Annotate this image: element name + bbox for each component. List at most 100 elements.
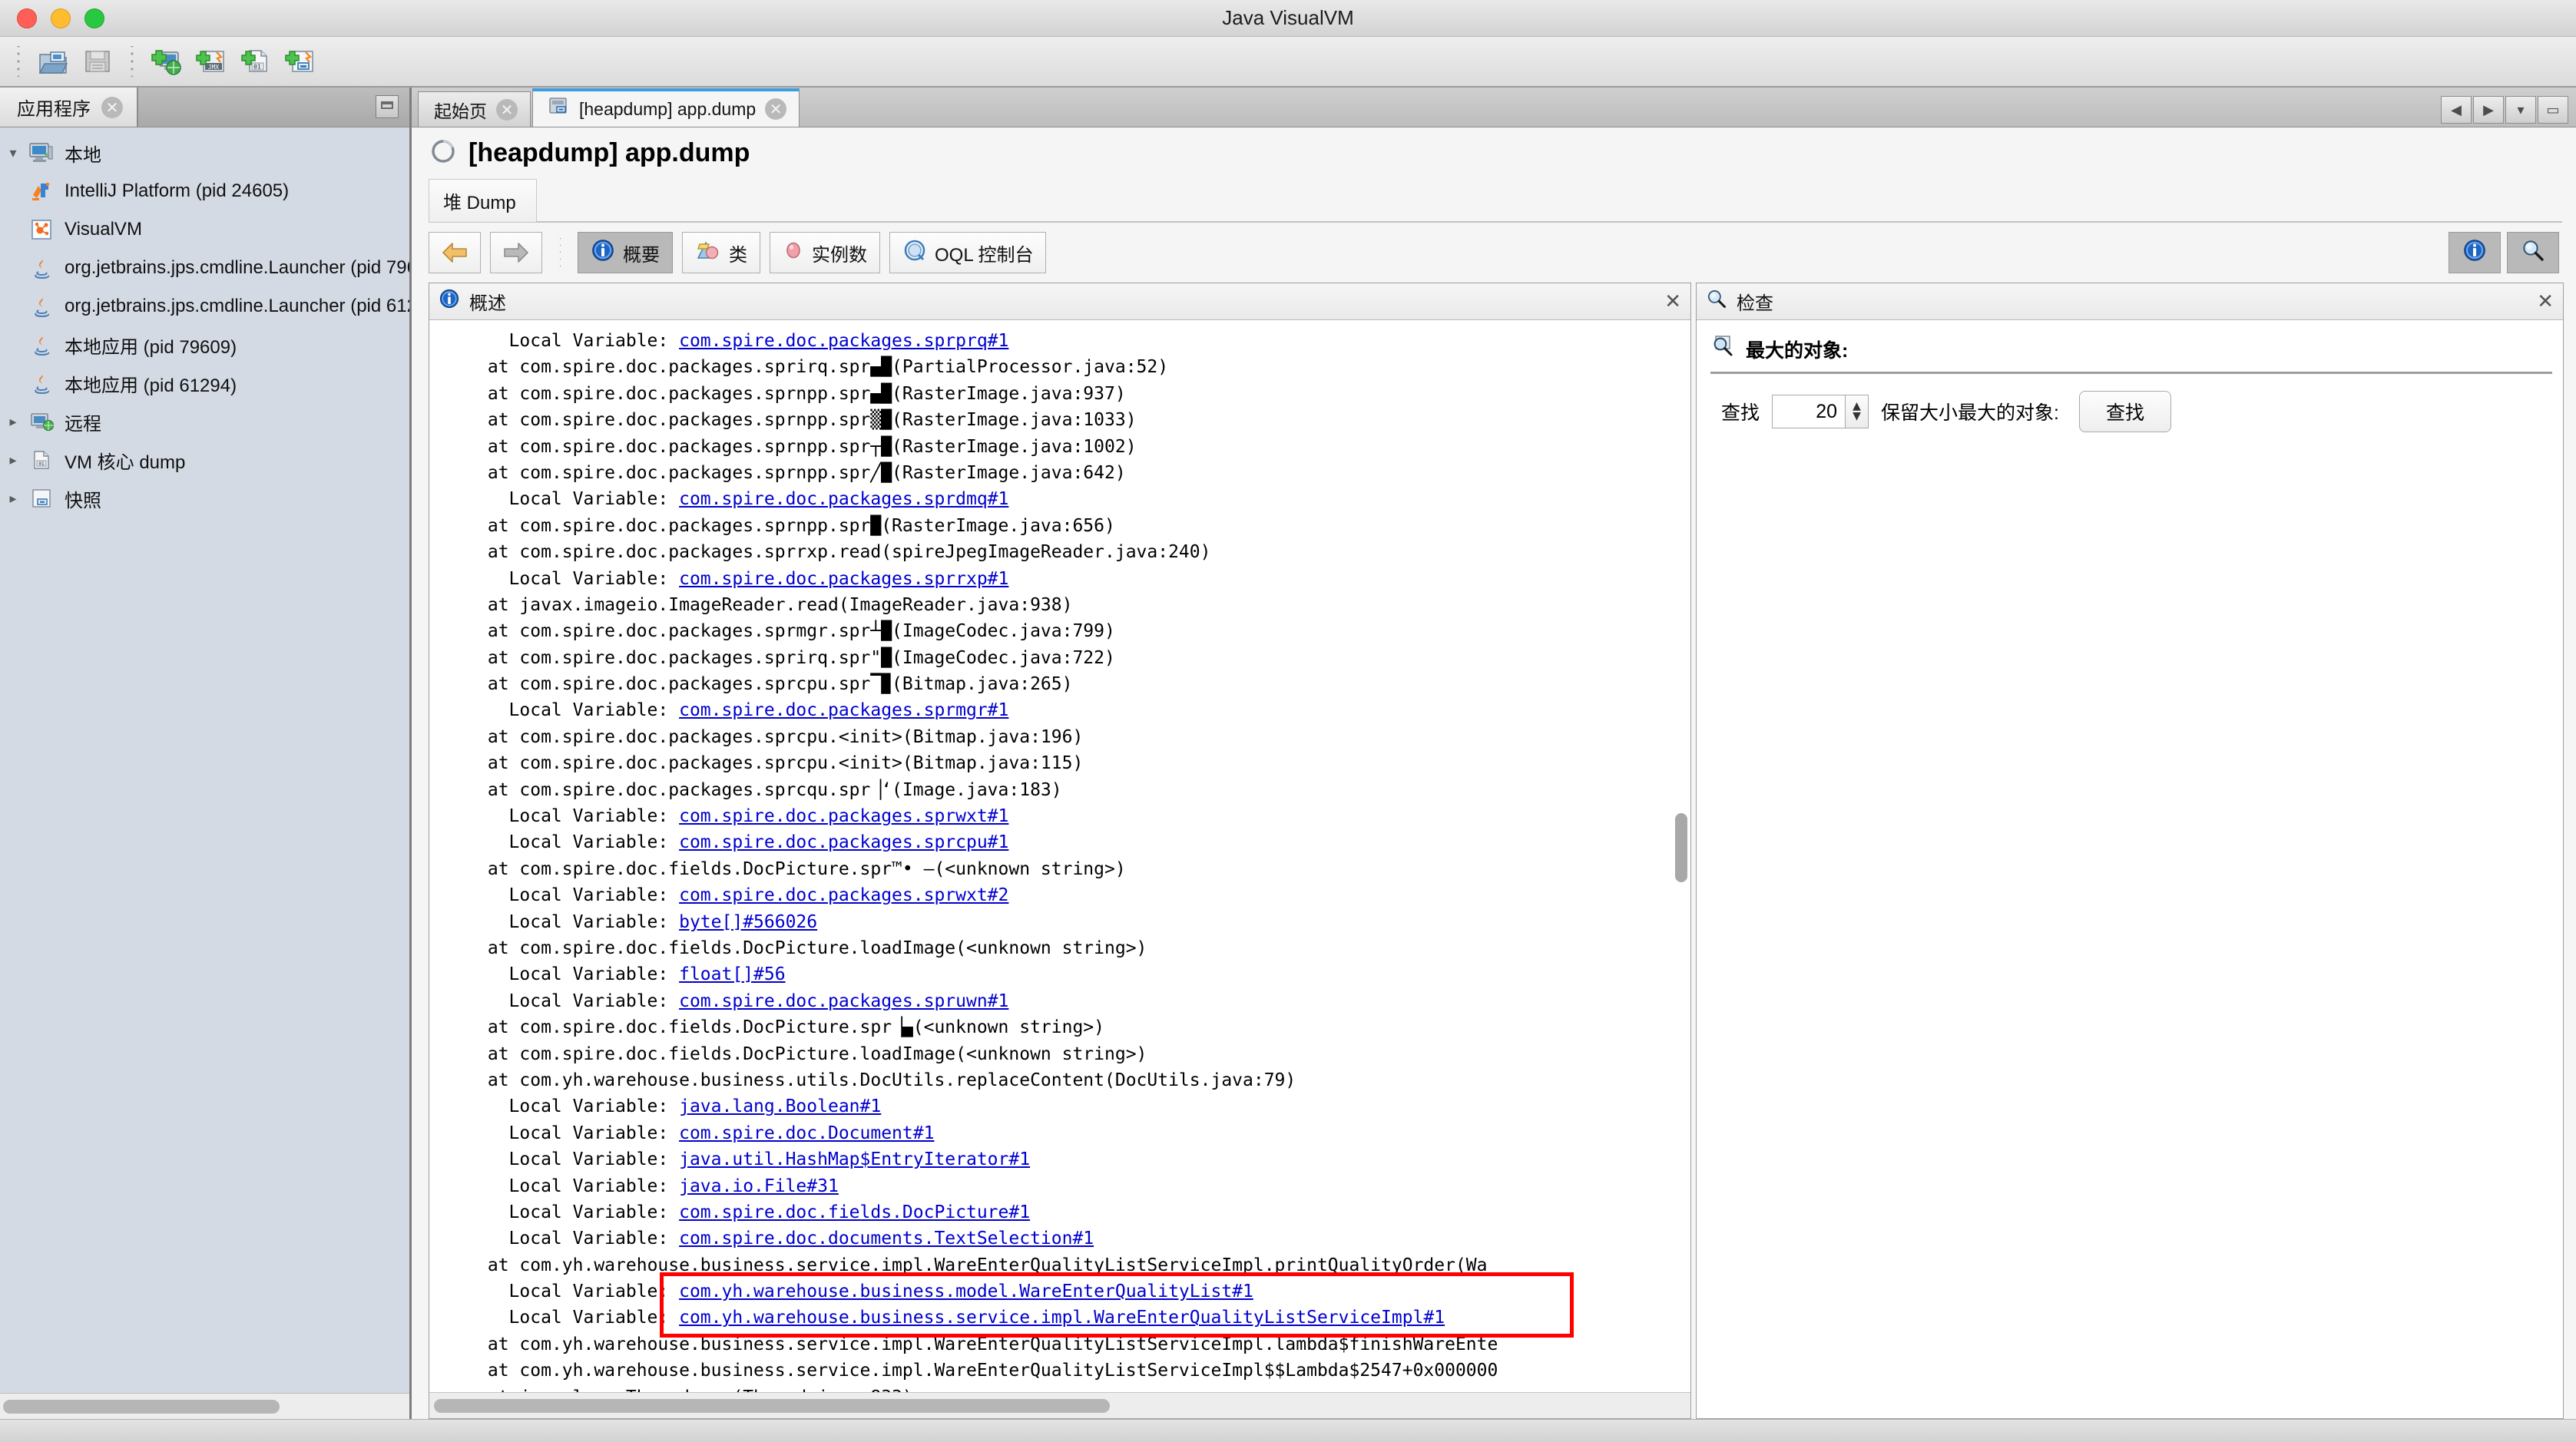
overview-pane-header: 概述 ✕ [429, 283, 1690, 320]
sidebar-item-local[interactable]: ▾ 本地 [0, 134, 409, 172]
tab-applications[interactable]: 应用程序 ✕ [0, 88, 138, 127]
tab-start-page[interactable]: 起始页 ✕ [418, 91, 531, 127]
sidebar-item-local-app-79609[interactable]: 本地应用 (pid 79609) [0, 326, 409, 364]
applications-tree[interactable]: ▾ 本地 IntelliJ Platform (pid 24605) Visua… [0, 127, 409, 1393]
stack-trace-line: Local Variable: byte[]#566026 [477, 909, 1690, 935]
classes-button-label: 类 [729, 244, 747, 266]
stack-trace-line: Local Variable: float[]#56 [477, 961, 1690, 987]
visualvm-icon [26, 218, 57, 241]
sidebar-item-vm-coredump[interactable]: ▸ 01 VM 核心 dump [0, 441, 409, 479]
stack-trace-line: Local Variable: com.spire.doc.documents.… [477, 1225, 1690, 1252]
sidebar-item-label: org.jetbrains.jps.cmdline.Launcher (pid … [65, 296, 409, 316]
forward-button[interactable] [490, 232, 542, 273]
stack-trace-line: at com.spire.doc.fields.DocPicture.loadI… [477, 1041, 1690, 1067]
add-vm-coredump-icon[interactable]: 01 [235, 41, 276, 81]
show-inspect-button[interactable] [2507, 232, 2559, 273]
overview-button[interactable]: 概要 [578, 232, 673, 273]
heap-object-link[interactable]: java.io.File#31 [679, 1176, 839, 1196]
sidebar-item-remote[interactable]: ▸ 远程 [0, 402, 409, 441]
stack-frame-text: Local Variable: [508, 1202, 680, 1222]
heap-object-link[interactable]: com.spire.doc.packages.spruwn#1 [679, 991, 1008, 1011]
stepper-down-icon[interactable]: ▼ [1853, 411, 1861, 422]
scroll-tabs-right-button[interactable]: ▶ [2473, 96, 2504, 124]
add-snapshot-icon[interactable] [280, 41, 321, 81]
stepper-buttons[interactable]: ▲ ▼ [1846, 395, 1869, 428]
stack-trace-horizontal-scrollbar[interactable] [429, 1392, 1690, 1418]
tab-heapdump-app-dump[interactable]: [heapdump] app.dump ✕ [532, 88, 800, 127]
heap-object-link[interactable]: java.lang.Boolean#1 [679, 1096, 881, 1116]
chevron-right-icon[interactable]: ▸ [0, 491, 26, 507]
toolbar-grip[interactable] [14, 46, 23, 77]
close-icon[interactable]: ✕ [496, 98, 518, 121]
object-count-stepper[interactable]: 20 ▲ ▼ [1772, 395, 1869, 428]
sidebar-item-visualvm[interactable]: VisualVM [0, 210, 409, 249]
intellij-icon [26, 180, 57, 203]
scrollbar-thumb[interactable] [434, 1398, 1110, 1413]
scrollbar-thumb-vertical[interactable] [1675, 813, 1687, 882]
subtab-heap-dump[interactable]: 堆 Dump [429, 179, 537, 222]
heap-object-link[interactable]: com.spire.doc.Document#1 [679, 1123, 934, 1143]
heap-object-link[interactable]: com.spire.doc.packages.sprwxt#2 [679, 885, 1008, 905]
applications-dock: 应用程序 ✕ ▾ 本地 IntelliJ Platform (pid 24605… [0, 88, 412, 1419]
heap-object-link[interactable]: byte[]#566026 [679, 912, 817, 932]
sidebar-item-label: VM 核心 dump [65, 451, 186, 473]
open-file-icon[interactable] [32, 41, 74, 81]
sidebar-item-local-app-61294[interactable]: 本地应用 (pid 61294) [0, 364, 409, 402]
minimize-dock-button[interactable] [376, 95, 399, 118]
close-icon[interactable]: ✕ [101, 96, 123, 118]
oql-console-button[interactable]: OQL 控制台 [889, 232, 1047, 273]
add-jmx-connection-icon[interactable]: JMX [190, 41, 232, 81]
find-button[interactable]: 查找 [2078, 391, 2171, 432]
stack-frame-text: at com.yh.warehouse.business.service.imp… [487, 1361, 1498, 1381]
stack-trace-scroll-area[interactable]: Local Variable: com.spire.doc.packages.s… [429, 320, 1690, 1392]
sidebar-item-launcher-79609[interactable]: org.jetbrains.jps.cmdline.Launcher (pid … [0, 249, 409, 287]
add-remote-host-icon[interactable] [146, 41, 187, 81]
chevron-right-icon[interactable]: ▸ [0, 414, 26, 430]
heap-object-link[interactable]: com.spire.doc.packages.sprwxt#1 [679, 806, 1008, 826]
tab-nav-controls: ◀ ▶ ▾ ▭ [2441, 96, 2576, 127]
heap-object-link[interactable]: com.spire.doc.packages.sprprq#1 [679, 331, 1008, 351]
stack-frame-text: Local Variable: [508, 1123, 680, 1143]
heap-object-link[interactable]: float[]#56 [679, 964, 785, 984]
tab-list-button[interactable]: ▾ [2505, 96, 2536, 124]
back-button[interactable] [429, 232, 481, 273]
sidebar-item-launcher-61294[interactable]: org.jetbrains.jps.cmdline.Launcher (pid … [0, 287, 409, 326]
heap-object-link[interactable]: com.spire.doc.fields.DocPicture#1 [679, 1202, 1030, 1222]
heap-object-link[interactable]: com.spire.doc.packages.sprdmq#1 [679, 489, 1008, 509]
heap-object-link[interactable]: com.yh.warehouse.business.model.WareEnte… [679, 1282, 1253, 1301]
stack-trace-line: at com.yh.warehouse.business.service.imp… [477, 1358, 1690, 1384]
sidebar-item-intellij-platform[interactable]: IntelliJ Platform (pid 24605) [0, 172, 409, 210]
chevron-down-icon[interactable]: ▾ [0, 145, 26, 161]
heap-object-link[interactable]: java.util.HashMap$EntryIterator#1 [679, 1149, 1030, 1169]
show-details-button[interactable] [2449, 232, 2501, 273]
object-count-input[interactable]: 20 [1772, 395, 1846, 428]
heap-object-link[interactable]: com.spire.doc.packages.sprmgr#1 [679, 700, 1008, 720]
inspect-pane-header: 检查 ✕ [1697, 283, 2563, 320]
close-icon[interactable]: ✕ [2537, 292, 2554, 312]
heap-object-link[interactable]: com.yh.warehouse.business.service.impl.W… [679, 1308, 1445, 1328]
heap-object-link[interactable]: com.spire.doc.packages.sprrxp#1 [679, 569, 1008, 589]
stack-trace-line: at com.yh.warehouse.business.utils.DocUt… [477, 1067, 1690, 1093]
toolbar-grip-2[interactable] [127, 46, 137, 77]
close-icon[interactable]: ✕ [765, 98, 787, 120]
sidebar-item-snapshots[interactable]: ▸ 快照 [0, 479, 409, 518]
save-icon[interactable] [77, 41, 118, 81]
chevron-right-icon[interactable]: ▸ [0, 452, 26, 468]
scroll-tabs-left-button[interactable]: ◀ [2441, 96, 2472, 124]
classes-button[interactable]: 类 [682, 232, 760, 273]
scrollbar-thumb[interactable] [3, 1399, 280, 1414]
visualvm-window: Java VisualVM JMX 01 应用程序 ✕ ▾ 本地 Intelli… [0, 0, 2576, 1442]
heap-object-link[interactable]: com.spire.doc.documents.TextSelection#1 [679, 1229, 1094, 1249]
instances-button[interactable]: 实例数 [770, 232, 880, 273]
maximize-window-button[interactable]: ▭ [2538, 96, 2568, 124]
stack-trace-line: Local Variable: com.yh.warehouse.busines… [477, 1305, 1690, 1331]
close-icon[interactable]: ✕ [1664, 292, 1681, 312]
stack-frame-text: at com.spire.doc.fields.DocPicture.loadI… [487, 938, 1147, 958]
dock-horizontal-scrollbar[interactable] [0, 1393, 409, 1419]
heap-object-link[interactable]: com.spire.doc.packages.sprcpu#1 [679, 832, 1008, 852]
sidebar-item-label: VisualVM [65, 219, 142, 240]
maximize-icon: ▭ [2546, 101, 2560, 118]
